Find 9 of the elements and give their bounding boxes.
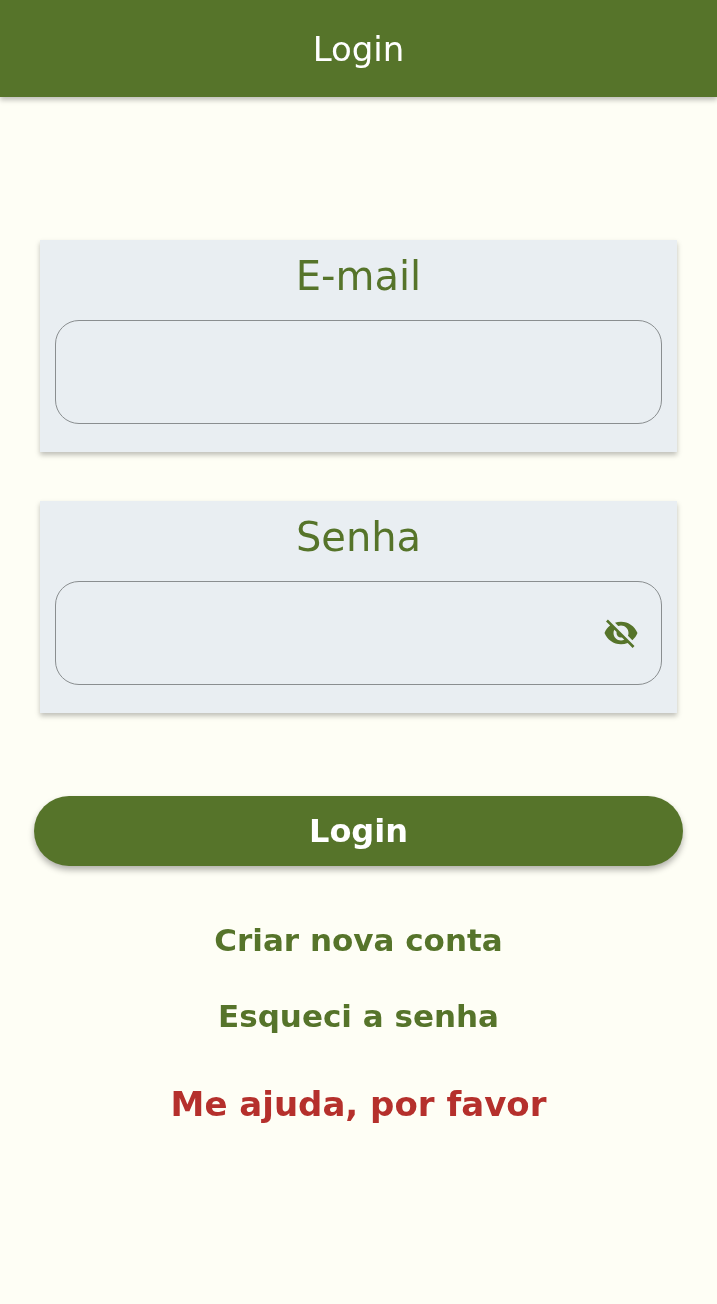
login-button[interactable]: Login — [34, 796, 683, 866]
text-link[interactable]: Me ajuda, por favor — [170, 1084, 547, 1124]
app-bar-title: Login — [312, 28, 405, 69]
input-field[interactable] — [55, 320, 662, 424]
text-link[interactable]: Criar nova conta — [214, 922, 503, 958]
text-link[interactable]: Esqueci a senha — [218, 998, 499, 1034]
input-field[interactable] — [55, 581, 662, 685]
field-label: E-mail — [295, 252, 422, 300]
field-label: Senha — [295, 513, 422, 561]
